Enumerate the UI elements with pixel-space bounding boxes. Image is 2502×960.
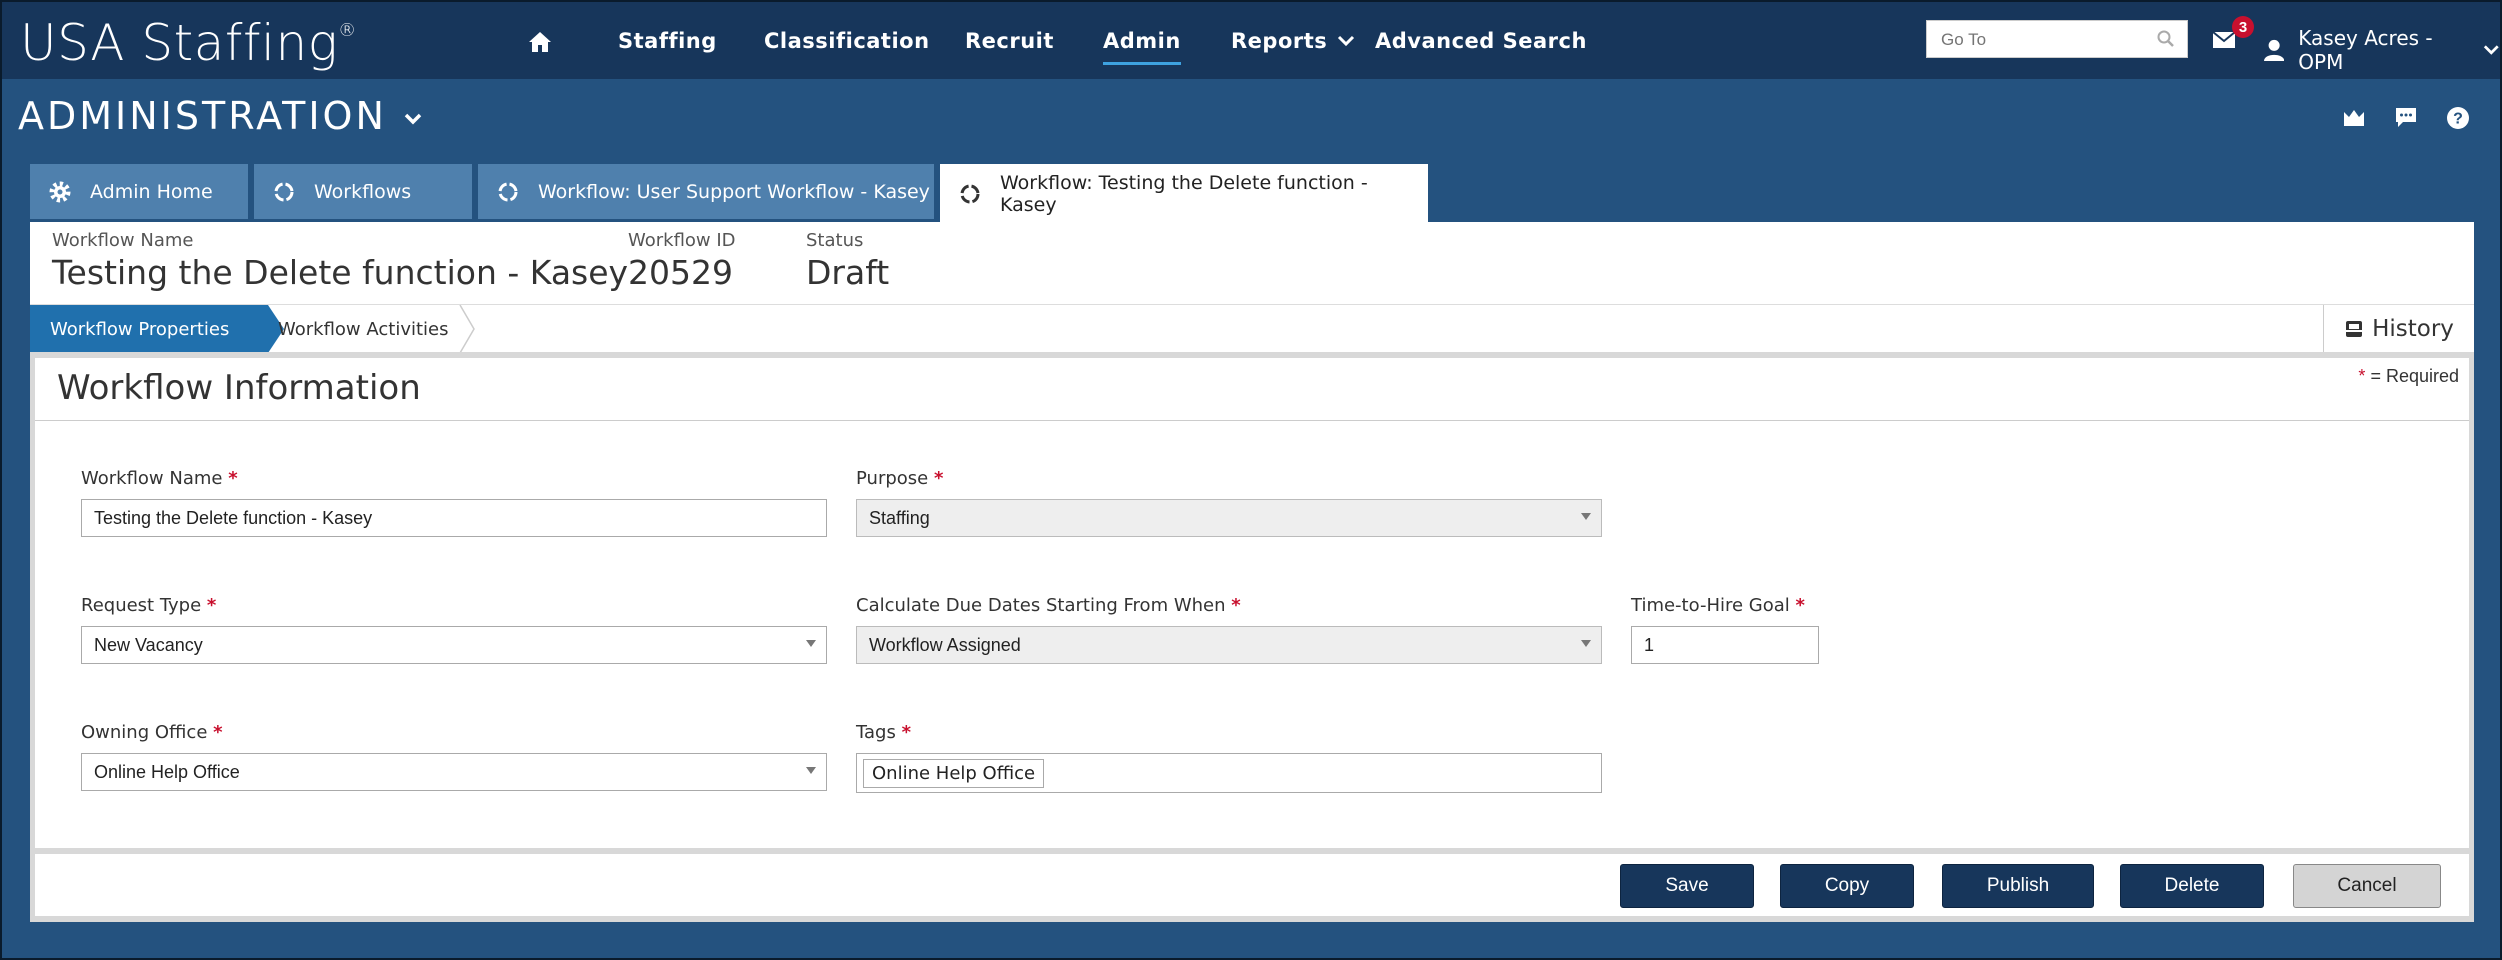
owning-office-value: Online Help Office <box>94 761 240 782</box>
owning-office-field: Owning Office * Online Help Office <box>81 722 827 791</box>
cycle-icon <box>958 182 982 206</box>
history-label: History <box>2372 316 2454 342</box>
nav-recruit[interactable]: Recruit <box>965 29 1054 53</box>
calc-due-field: Calculate Due Dates Starting From When *… <box>856 595 1602 664</box>
chat-icon[interactable] <box>2394 106 2418 128</box>
request-type-value: New Vacancy <box>94 634 203 655</box>
app-window: USA Staffing® Staffing Classification Re… <box>0 0 2502 960</box>
home-icon[interactable] <box>528 30 552 54</box>
delete-button[interactable]: Delete <box>2120 864 2264 908</box>
purpose-label: Purpose * <box>856 468 944 489</box>
tab-label: Workflow: Testing the Delete function - … <box>1000 172 1368 216</box>
chevron-down-icon <box>1338 35 1355 46</box>
calc-due-label: Calculate Due Dates Starting From When * <box>856 595 1241 616</box>
tab-user-support-workflow[interactable]: Workflow: User Support Workflow - Kasey <box>478 164 934 219</box>
time-to-hire-field: Time-to-Hire Goal * 1 <box>1631 595 1819 664</box>
save-button[interactable]: Save <box>1620 864 1754 908</box>
dashboard-icon[interactable] <box>2342 106 2366 128</box>
time-to-hire-label: Time-to-Hire Goal * <box>1631 595 1805 616</box>
user-name: Kasey Acres - OPM <box>2298 26 2433 74</box>
purpose-field: Purpose * Staffing <box>856 468 1602 537</box>
tab-label: Workflows <box>314 180 412 203</box>
owning-office-select[interactable]: Online Help Office <box>81 753 827 791</box>
step-workflow-activities[interactable]: Workflow Activities <box>278 305 449 353</box>
workflow-information-panel: Workflow Information * = Required Workfl… <box>35 358 2469 848</box>
usa-staffing-logo[interactable]: USA Staffing® <box>20 14 357 72</box>
summary-name-label: Workflow Name <box>52 230 194 251</box>
step-separator <box>459 305 475 353</box>
required-note: * = Required <box>2358 366 2459 386</box>
header-icons: ? <box>2342 106 2470 130</box>
summary-id-label: Workflow ID <box>628 230 736 251</box>
panel-title: Workflow Information <box>57 368 421 408</box>
top-nav-bar: USA Staffing® Staffing Classification Re… <box>2 2 2500 79</box>
calc-due-value: Workflow Assigned <box>869 634 1021 655</box>
gear-icon <box>48 180 72 204</box>
user-menu[interactable]: Kasey Acres - OPM <box>2264 26 2500 74</box>
publish-button[interactable]: Publish <box>1942 864 2094 908</box>
workflow-name-label: Workflow Name * <box>81 468 238 489</box>
request-type-field: Request Type * New Vacancy <box>81 595 827 664</box>
archive-icon <box>2346 321 2363 337</box>
nav-staffing[interactable]: Staffing <box>618 29 717 53</box>
nav-reports-label: Reports <box>1231 28 1328 53</box>
owning-office-label: Owning Office * <box>81 722 223 743</box>
request-type-label: Request Type * <box>81 595 217 616</box>
panel-divider <box>35 420 2469 421</box>
help-icon[interactable]: ? <box>2446 106 2470 130</box>
calc-due-select[interactable]: Workflow Assigned <box>856 626 1602 664</box>
user-icon <box>2264 39 2285 62</box>
chevron-down-icon <box>2484 45 2500 55</box>
goto-input[interactable] <box>1927 21 2163 59</box>
nav-reports[interactable]: Reports <box>1231 29 1355 53</box>
workflow-summary: Workflow Name Testing the Delete functio… <box>30 222 2474 304</box>
search-icon[interactable] <box>2157 30 2175 48</box>
section-title-label: ADMINISTRATION <box>18 94 387 138</box>
copy-button[interactable]: Copy <box>1780 864 1914 908</box>
chevron-down-icon <box>404 113 422 125</box>
history-button[interactable]: History <box>2323 305 2474 353</box>
dropdown-caret-icon <box>1581 640 1591 647</box>
section-title[interactable]: ADMINISTRATION <box>18 94 423 138</box>
cycle-icon <box>496 180 520 204</box>
dropdown-caret-icon <box>806 640 816 647</box>
tags-field: Tags * Online Help Office <box>856 722 1602 793</box>
summary-status-value: Draft <box>806 253 890 292</box>
panel-outer: Workflow Information * = Required Workfl… <box>30 352 2474 922</box>
workflow-name-field: Workflow Name * Testing the Delete funct… <box>81 468 827 537</box>
step-bar: Workflow Properties Workflow Activities … <box>30 304 2474 353</box>
dropdown-caret-icon <box>1581 513 1591 520</box>
notification-badge: 3 <box>2232 16 2254 38</box>
step-workflow-properties[interactable]: Workflow Properties <box>30 305 284 353</box>
time-to-hire-input[interactable]: 1 <box>1631 626 1819 664</box>
tab-testing-delete-workflow[interactable]: Workflow: Testing the Delete function - … <box>940 164 1428 224</box>
purpose-value: Staffing <box>869 507 930 528</box>
nav-advanced-search[interactable]: Advanced Search <box>1375 29 1587 53</box>
tags-label: Tags * <box>856 722 912 743</box>
goto-box <box>1926 20 2188 59</box>
nav-admin[interactable]: Admin <box>1103 29 1181 65</box>
tags-input[interactable]: Online Help Office <box>856 753 1602 793</box>
request-type-select[interactable]: New Vacancy <box>81 626 827 664</box>
action-bar: Save Copy Publish Delete Cancel <box>35 854 2469 916</box>
cycle-icon <box>272 180 296 204</box>
tab-admin-home[interactable]: Admin Home <box>30 164 248 219</box>
cancel-button[interactable]: Cancel <box>2293 864 2441 908</box>
summary-id-value: 20529 <box>628 253 733 292</box>
tab-label: Workflow: User Support Workflow - Kasey <box>538 180 930 203</box>
svg-text:?: ? <box>2453 111 2463 128</box>
nav-classification[interactable]: Classification <box>764 29 930 53</box>
purpose-select[interactable]: Staffing <box>856 499 1602 537</box>
summary-name-value: Testing the Delete function - Kasey <box>52 253 629 292</box>
workflow-name-input[interactable]: Testing the Delete function - Kasey <box>81 499 827 537</box>
tab-workflows[interactable]: Workflows <box>254 164 472 219</box>
tab-label: Admin Home <box>90 180 213 203</box>
dropdown-caret-icon <box>806 767 816 774</box>
tag-chip[interactable]: Online Help Office <box>863 758 1045 788</box>
summary-status-label: Status <box>806 230 864 251</box>
